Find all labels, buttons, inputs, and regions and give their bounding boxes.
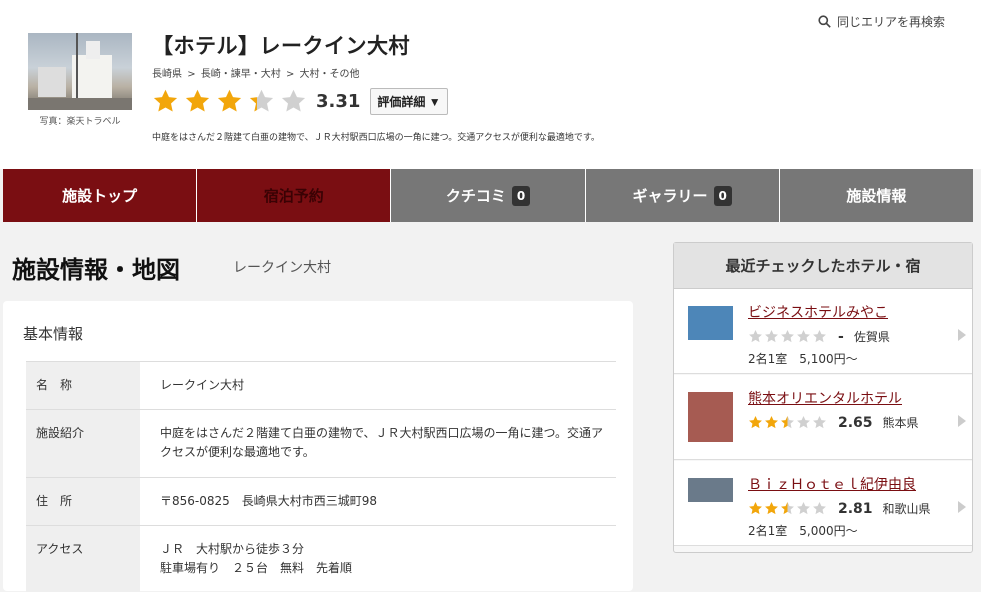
tab-gallery[interactable]: ギャラリー 0 [585, 169, 780, 222]
recent-hotel-item[interactable]: ＢｉｚＨｏｔｅｌ紀伊由良 2.81 和歌山県 2名1室 5,000円〜 [674, 461, 972, 546]
star-icon [185, 89, 210, 112]
section-title: 施設情報・地図 [12, 256, 180, 284]
tab-label: 施設トップ [62, 187, 138, 205]
tab-facility-info[interactable]: 施設情報 [779, 169, 974, 222]
table-row: 施設紹介 中庭をはさんだ２階建て白亜の建物で、ＪＲ大村駅西口広場の一角に建つ。交… [26, 409, 616, 478]
same-area-search-label: 同じエリアを再検索 [836, 15, 945, 29]
search-icon [818, 15, 831, 28]
table-row: 名 称 レークイン大村 [26, 360, 616, 410]
basic-info-table: 名 称 レークイン大村 施設紹介 中庭をはさんだ２階建て白亜の建物で、ＪＲ大村駅… [26, 360, 616, 592]
hotel-price: 2名1室 5,000円〜 [748, 524, 858, 538]
tab-reviews[interactable]: クチコミ 0 [391, 169, 586, 222]
row-value: 〒856-0825 長崎県大村市西三城町98 [140, 476, 616, 526]
hotel-price: 2名1室 5,100円〜 [748, 352, 858, 366]
rating-detail-button[interactable]: 評価詳細 ▼ [370, 88, 448, 115]
row-value: ＪＲ 大村駅から徒歩３分 駐車場有り ２５台 無料 先着順 [140, 524, 616, 592]
tab-label: 施設情報 [846, 187, 907, 205]
hotel-rating: - 佐賀県 [748, 328, 890, 345]
tab-facility-top[interactable]: 施設トップ [3, 169, 198, 222]
star-icon [749, 329, 762, 343]
star-icon [153, 89, 178, 112]
hotel-header: 同じエリアを再検索 写真：楽天トラベル 【ホテル】レークイン大村 長崎県 > 長… [0, 0, 981, 169]
mini-star-rating [748, 501, 828, 516]
breadcrumb-pref[interactable]: 長崎県 [152, 69, 182, 80]
gallery-count-badge: 0 [713, 185, 732, 206]
breadcrumb-sep: > [187, 69, 196, 80]
recent-hotel-item[interactable]: 熊本オリエンタルホテル 2.65 熊本県 [674, 375, 972, 460]
hotel-score: 2.65 [838, 414, 873, 431]
hotel-score: - [838, 328, 844, 345]
star-icon [813, 415, 826, 429]
mini-star-rating [748, 415, 828, 430]
hotel-prefecture: 熊本県 [882, 416, 919, 430]
hotel-thumbnail[interactable] [688, 392, 733, 442]
star-icon [217, 89, 242, 112]
hotel-rating: 2.81 和歌山県 [748, 500, 931, 517]
rating-row: 3.31 評価詳細 ▼ [152, 88, 448, 115]
hotel-photo[interactable] [28, 33, 132, 110]
mini-star-rating [748, 329, 828, 344]
review-count-badge: 0 [511, 185, 531, 206]
hotel-score: 2.81 [838, 500, 873, 517]
hotel-rating: 2.65 熊本県 [748, 414, 919, 431]
facility-tabs: 施設トップ 宿泊予約 クチコミ 0 ギャラリー 0 施設情報 [3, 169, 974, 222]
section-subtitle: レークイン大村 [233, 260, 331, 276]
star-icon [765, 329, 778, 343]
hotel-prefecture: 佐賀県 [853, 330, 890, 344]
same-area-search-link[interactable]: 同じエリアを再検索 [818, 13, 945, 30]
hotel-name-link[interactable]: ＢｉｚＨｏｔｅｌ紀伊由良 [748, 474, 916, 494]
row-key: 施設紹介 [26, 409, 140, 478]
recent-hotel-item[interactable]: ビジネスホテルみやこ - 佐賀県 2名1室 5,100円〜 [674, 289, 972, 374]
hotel-prefecture: 和歌山県 [882, 502, 931, 516]
page-title: 【ホテル】レークイン大村 [152, 34, 410, 58]
tab-label: クチコミ [445, 187, 506, 205]
hotel-description: 中庭をはさんだ２階建て白亜の建物で、ＪＲ大村駅西口広場の一角に建つ。交通アクセス… [152, 133, 600, 143]
star-icon [813, 501, 826, 515]
row-value: 中庭をはさんだ２階建て白亜の建物で、ＪＲ大村駅西口広場の一角に建つ。交通アクセス… [140, 409, 616, 478]
star-icon [781, 415, 794, 429]
star-icon [765, 415, 778, 429]
star-icon [765, 501, 778, 515]
hotel-thumbnail[interactable] [688, 306, 733, 340]
star-icon [249, 89, 274, 112]
photo-credit: 写真：楽天トラベル [39, 117, 121, 127]
basic-info-card: 基本情報 名 称 レークイン大村 施設紹介 中庭をはさんだ２階建て白亜の建物で、… [3, 301, 633, 592]
hotel-thumbnail[interactable] [688, 478, 733, 502]
chevron-right-icon [958, 415, 966, 427]
star-icon [781, 501, 794, 515]
star-icon [797, 415, 810, 429]
star-icon [813, 329, 826, 343]
breadcrumb-area[interactable]: 長崎・諫早・大村 [201, 69, 281, 80]
chevron-right-icon [958, 501, 966, 513]
chevron-right-icon [958, 329, 966, 341]
hotel-name-link[interactable]: 熊本オリエンタルホテル [748, 388, 902, 408]
tab-label: 宿泊予約 [263, 187, 324, 205]
star-icon [749, 415, 762, 429]
row-key: アクセス [26, 524, 140, 592]
table-row: アクセス ＪＲ 大村駅から徒歩３分 駐車場有り ２５台 無料 先着順 [26, 524, 616, 592]
tab-label: ギャラリー [632, 187, 708, 205]
breadcrumb-sep: > [285, 69, 295, 80]
tab-reservation[interactable]: 宿泊予約 [197, 169, 392, 222]
row-key: 名 称 [26, 360, 140, 410]
card-heading: 基本情報 [23, 325, 84, 343]
rating-value: 3.31 [316, 91, 361, 112]
breadcrumb: 長崎県 > 長崎・諫早・大村 > 大村・その他 [152, 65, 362, 80]
breadcrumb-subarea[interactable]: 大村・その他 [300, 69, 360, 80]
star-icon [797, 329, 810, 343]
table-row: 住 所 〒856-0825 長崎県大村市西三城町98 [26, 476, 616, 526]
recently-viewed-panel: 最近チェックしたホテル・宿 ビジネスホテルみやこ - 佐賀県 2名1室 5,10… [673, 242, 973, 553]
star-icon [781, 329, 794, 343]
star-icon [749, 501, 762, 515]
row-value: レークイン大村 [140, 360, 616, 410]
star-rating [152, 88, 312, 115]
hotel-name-link[interactable]: ビジネスホテルみやこ [748, 302, 888, 322]
star-icon [797, 501, 810, 515]
star-icon [281, 89, 306, 112]
row-key: 住 所 [26, 476, 140, 526]
recently-viewed-heading: 最近チェックしたホテル・宿 [674, 243, 972, 289]
